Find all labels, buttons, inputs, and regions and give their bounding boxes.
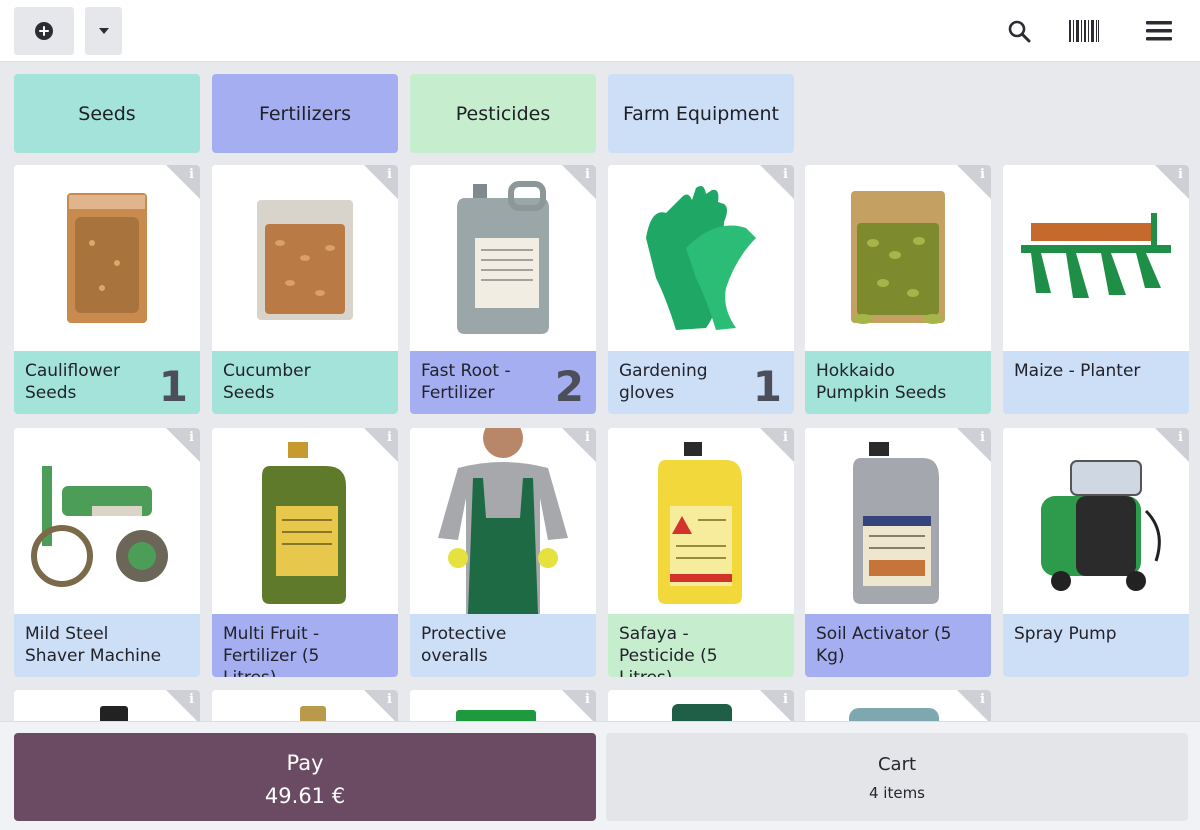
category-label: Farm Equipment <box>623 102 779 125</box>
product-name: Maize - Planter <box>1014 361 1141 381</box>
info-button[interactable] <box>760 690 794 724</box>
info-button[interactable] <box>760 165 794 199</box>
action-bar: Pay 49.61 € Cart 4 items <box>0 721 1200 830</box>
search-button[interactable] <box>1003 15 1035 47</box>
info-button[interactable] <box>1155 165 1189 199</box>
info-icon: i <box>980 167 985 182</box>
info-button[interactable] <box>957 428 991 462</box>
info-button[interactable] <box>760 428 794 462</box>
info-button[interactable] <box>364 165 398 199</box>
menu-button[interactable] <box>1143 15 1175 47</box>
category-label: Fertilizers <box>258 102 352 125</box>
product-card[interactable]: i Fast Root - Fertilizer 2 <box>410 165 596 414</box>
category-label: Seeds <box>78 102 136 125</box>
category-farm-equipment[interactable]: Farm Equipment <box>608 74 794 153</box>
info-icon: i <box>783 167 788 182</box>
plus-circle-icon <box>35 22 53 40</box>
category-label: Pesticides <box>455 102 551 125</box>
info-button[interactable] <box>166 428 200 462</box>
product-quantity: 2 <box>554 362 584 411</box>
product-card[interactable]: i Hokkaido Pumpkin Seeds <box>805 165 991 414</box>
pay-button[interactable]: Pay 49.61 € <box>14 733 596 821</box>
barcode-icon <box>1069 20 1099 42</box>
info-icon: i <box>1178 430 1183 445</box>
add-order-button[interactable] <box>14 7 74 55</box>
barcode-button[interactable] <box>1068 15 1100 47</box>
product-name: Mild Steel Shaver Machine <box>25 624 162 666</box>
category-fertilizers[interactable]: Fertilizers <box>212 74 398 153</box>
product-name: Multi Fruit - Fertilizer (5 Litres) <box>223 624 320 677</box>
product-name: Protective overalls <box>421 624 507 666</box>
info-button[interactable] <box>364 690 398 724</box>
info-button[interactable] <box>364 428 398 462</box>
product-card[interactable]: i Mild Steel Shaver Machine <box>14 428 200 677</box>
info-button[interactable] <box>166 165 200 199</box>
product-name: Cucumber Seeds <box>223 361 311 403</box>
search-icon <box>1008 20 1031 43</box>
category-seeds[interactable]: Seeds <box>14 74 200 153</box>
product-card[interactable]: i Gardening gloves 1 <box>608 165 794 414</box>
category-pesticides[interactable]: Pesticides <box>410 74 596 153</box>
info-icon: i <box>980 430 985 445</box>
info-icon: i <box>1178 167 1183 182</box>
info-button[interactable] <box>957 690 991 724</box>
product-card[interactable]: i Soil Activator (5 Kg) <box>805 428 991 677</box>
info-icon: i <box>189 167 194 182</box>
info-icon: i <box>783 430 788 445</box>
info-icon: i <box>387 692 392 707</box>
product-name: Safaya - Pesticide (5 Litres) <box>619 624 718 677</box>
cart-label: Cart <box>877 754 917 775</box>
product-name: Spray Pump <box>1014 624 1117 644</box>
product-card[interactable]: i Spray Pump <box>1003 428 1189 677</box>
info-button[interactable] <box>1155 428 1189 462</box>
product-card[interactable]: i Cauliflower Seeds 1 <box>14 165 200 414</box>
product-card[interactable]: i Cucumber Seeds <box>212 165 398 414</box>
product-card[interactable]: i Maize - Planter <box>1003 165 1189 414</box>
product-card[interactable]: i Multi Fruit - Fertilizer (5 Litres) <box>212 428 398 677</box>
product-quantity: 1 <box>752 362 782 411</box>
top-bar <box>0 0 1200 62</box>
info-icon: i <box>585 692 590 707</box>
info-icon: i <box>980 692 985 707</box>
pay-label: Pay <box>286 751 324 775</box>
info-icon: i <box>189 430 194 445</box>
info-button[interactable] <box>166 690 200 724</box>
info-icon: i <box>585 167 590 182</box>
caret-down-icon <box>98 28 109 34</box>
product-card[interactable]: i Protective overalls <box>410 428 596 677</box>
info-icon: i <box>387 430 392 445</box>
info-icon: i <box>585 430 590 445</box>
info-button[interactable] <box>562 165 596 199</box>
pay-amount: 49.61 € <box>264 784 346 808</box>
orders-dropdown-button[interactable] <box>85 7 122 55</box>
product-name: Soil Activator (5 Kg) <box>816 624 952 666</box>
info-button[interactable] <box>562 428 596 462</box>
info-button[interactable] <box>957 165 991 199</box>
info-icon: i <box>387 167 392 182</box>
cart-button[interactable]: Cart 4 items <box>606 733 1188 821</box>
product-name: Hokkaido Pumpkin Seeds <box>816 361 947 403</box>
product-card[interactable]: i Safaya - Pesticide (5 Litres) <box>608 428 794 677</box>
info-icon: i <box>189 692 194 707</box>
info-icon: i <box>783 692 788 707</box>
product-quantity: 1 <box>158 362 188 411</box>
info-button[interactable] <box>562 690 596 724</box>
cart-item-count: 4 items <box>868 784 925 802</box>
menu-icon <box>1146 21 1172 41</box>
